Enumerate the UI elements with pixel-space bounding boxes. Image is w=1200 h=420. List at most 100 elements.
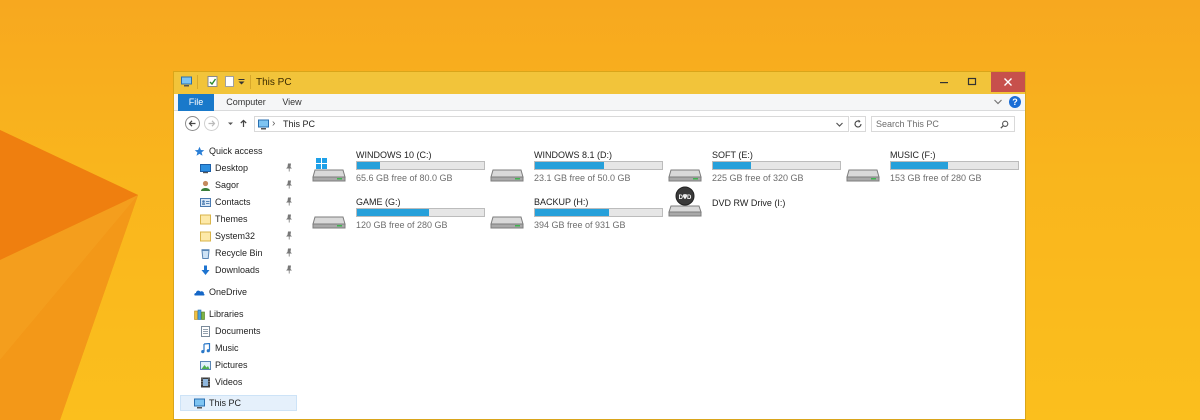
computer-icon [181, 76, 192, 87]
content-area: Quick access Desktop Sagor Contacts Them… [174, 137, 1025, 419]
onedrive-icon [194, 287, 205, 298]
drive-name: DVD RW Drive (I:) [712, 198, 786, 208]
nav-item-music[interactable]: Music [200, 340, 297, 356]
nav-item-desktop[interactable]: Desktop [200, 160, 297, 176]
back-button[interactable] [185, 116, 200, 131]
forward-button[interactable] [204, 116, 219, 131]
drive-tile-i[interactable]: DVD DVD RW Drive (I:) [665, 184, 841, 226]
nav-label: Music [215, 343, 239, 353]
drive-usage-fill [713, 162, 752, 169]
music-icon [200, 342, 211, 354]
nav-libraries[interactable]: Libraries [194, 306, 297, 322]
search-input[interactable] [876, 118, 991, 130]
nav-item-sagor[interactable]: Sagor [200, 177, 297, 193]
hard-drive-icon [312, 216, 346, 229]
nav-label: Contacts [215, 197, 251, 207]
drive-usage-fill [891, 162, 949, 169]
maximize-button[interactable] [958, 72, 986, 92]
back-arrow-icon [188, 120, 196, 127]
nav-label: Pictures [215, 360, 248, 370]
explorer-window: This PC File Computer View ? › This PC S… [173, 71, 1026, 420]
properties-icon[interactable] [207, 76, 218, 87]
pin-icon[interactable] [285, 231, 293, 240]
toolbar-divider [250, 75, 251, 89]
libraries-icon [194, 309, 205, 320]
nav-item-recycle-bin[interactable]: Recycle Bin [200, 245, 297, 261]
nav-item-contacts[interactable]: Contacts [200, 194, 297, 210]
videos-icon [200, 377, 211, 388]
hard-drive-icon [490, 216, 524, 229]
breadcrumb-separator[interactable]: › [272, 118, 275, 129]
refresh-button[interactable] [850, 116, 866, 132]
nav-item-pictures[interactable]: Pictures [200, 357, 297, 373]
address-dropdown-icon[interactable] [835, 120, 844, 129]
drive-name: GAME (G:) [356, 197, 401, 207]
user-folder-icon [200, 180, 211, 191]
pin-icon[interactable] [285, 180, 293, 189]
drive-free-space: 23.1 GB free of 50.0 GB [534, 173, 631, 183]
search-box[interactable] [871, 116, 1015, 132]
nav-item-videos[interactable]: Videos [200, 374, 297, 390]
hard-drive-icon [846, 169, 880, 182]
help-button[interactable]: ? [1009, 96, 1021, 108]
title-bar: This PC [174, 72, 1025, 94]
navigation-bar: › This PC [174, 111, 1025, 137]
drives-grid: WINDOWS 10 (C:) 65.6 GB free of 80.0 GB … [299, 137, 1025, 419]
nav-item-downloads[interactable]: Downloads [200, 262, 297, 278]
customize-toolbar-icon[interactable] [238, 76, 245, 87]
drive-name: MUSIC (F:) [890, 150, 936, 160]
nav-label: OneDrive [209, 287, 248, 297]
tab-view[interactable]: View [277, 94, 307, 111]
nav-label: Downloads [215, 265, 260, 275]
new-folder-icon[interactable] [224, 76, 235, 87]
breadcrumb-this-pc[interactable]: This PC [283, 119, 315, 129]
drive-tile-f[interactable]: MUSIC (F:) 153 GB free of 280 GB [843, 147, 1019, 189]
search-icon[interactable] [1000, 120, 1009, 129]
drive-usage-bar [712, 161, 841, 170]
pin-icon[interactable] [285, 197, 293, 206]
pin-icon[interactable] [285, 163, 293, 172]
nav-label: Quick access [209, 146, 263, 156]
drive-usage-fill [535, 209, 609, 216]
nav-item-themes[interactable]: Themes [200, 211, 297, 227]
nav-quick-access[interactable]: Quick access [194, 143, 311, 159]
contacts-icon [200, 197, 211, 208]
pin-icon[interactable] [285, 214, 293, 223]
folder-icon [200, 231, 211, 242]
drive-usage-bar [356, 161, 485, 170]
drive-tile-e[interactable]: SOFT (E:) 225 GB free of 320 GB [665, 147, 841, 189]
drive-tile-c[interactable]: WINDOWS 10 (C:) 65.6 GB free of 80.0 GB [309, 147, 485, 189]
drive-free-space: 225 GB free of 320 GB [712, 173, 804, 183]
drive-tile-g[interactable]: GAME (G:) 120 GB free of 280 GB [309, 194, 485, 236]
drive-name: SOFT (E:) [712, 150, 753, 160]
drive-usage-fill [535, 162, 604, 169]
minimize-button[interactable] [930, 72, 958, 92]
wallpaper-shard-graphic [0, 130, 138, 420]
pin-icon[interactable] [285, 248, 293, 257]
nav-item-documents[interactable]: Documents [200, 323, 297, 339]
drive-tile-h[interactable]: BACKUP (H:) 394 GB free of 931 GB [487, 194, 663, 236]
drive-tile-d[interactable]: WINDOWS 8.1 (D:) 23.1 GB free of 50.0 GB [487, 147, 663, 189]
recycle-bin-icon [200, 248, 211, 259]
hard-drive-icon [490, 169, 524, 182]
up-arrow-icon[interactable] [239, 119, 248, 128]
recent-locations-icon[interactable] [226, 119, 235, 128]
expand-ribbon-icon[interactable] [993, 97, 1003, 107]
nav-item-system32[interactable]: System32 [200, 228, 297, 244]
dvd-drive-icon: DVD [668, 186, 702, 217]
desktop-icon [200, 163, 211, 174]
tab-file[interactable]: File [178, 94, 214, 111]
drive-usage-fill [357, 209, 430, 216]
drive-free-space: 120 GB free of 280 GB [356, 220, 448, 230]
nav-label: Libraries [209, 309, 244, 319]
drive-name: WINDOWS 8.1 (D:) [534, 150, 612, 160]
pin-icon[interactable] [285, 265, 293, 274]
nav-onedrive[interactable]: OneDrive [194, 284, 297, 300]
drive-usage-bar [534, 161, 663, 170]
close-button[interactable] [991, 72, 1025, 92]
tab-computer[interactable]: Computer [221, 94, 271, 111]
address-bar[interactable]: › This PC [254, 116, 849, 132]
nav-label: System32 [215, 231, 256, 241]
nav-this-pc[interactable]: This PC [180, 395, 297, 411]
forward-arrow-icon [208, 120, 216, 127]
